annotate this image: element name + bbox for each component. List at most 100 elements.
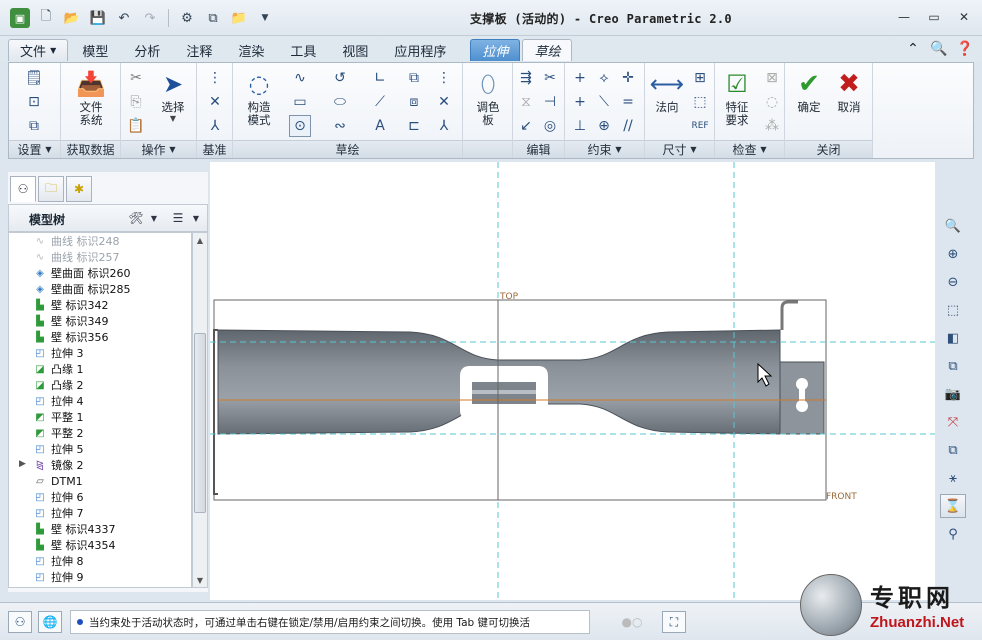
scroll-thumb[interactable]	[194, 333, 206, 513]
spin-center-icon[interactable]: ⚹	[940, 466, 966, 490]
undo-icon[interactable]: ↶	[114, 8, 134, 28]
shade-closed-loops-icon[interactable]: ⁂	[761, 115, 783, 137]
toggle-navigator-icon[interactable]: ⚇	[8, 611, 32, 633]
rectangle-icon[interactable]: ▭	[289, 91, 311, 113]
tree-item[interactable]: ◪ 凸缘 1	[9, 361, 191, 377]
reference-dimension-icon[interactable]: ⬚	[689, 91, 711, 113]
sketcher-constraints-icon[interactable]: ⚲	[940, 522, 966, 546]
group-label-operations[interactable]: 操作 ▼	[121, 140, 196, 158]
tab-view[interactable]: 视图	[330, 39, 380, 61]
tree-item[interactable]: ◩ 平整 2	[9, 425, 191, 441]
tab-annotate[interactable]: 注释	[174, 39, 224, 61]
coordinate-system-icon[interactable]: ⅄	[204, 115, 226, 137]
select-dropdown-icon[interactable]: ▼	[151, 114, 195, 123]
parallel-constraint-icon[interactable]: //	[617, 115, 639, 137]
display-style-icon[interactable]: ◧	[940, 326, 966, 350]
modify-icon[interactable]: ⇶	[515, 67, 537, 89]
group-label-constrain[interactable]: 约束 ▼	[565, 140, 644, 158]
equal-constraint-icon[interactable]: =	[617, 91, 639, 113]
save-icon[interactable]: 💾	[88, 8, 108, 28]
rotate-resize-icon[interactable]: ◎	[539, 115, 561, 137]
datum-front-label[interactable]: FRONT	[826, 492, 857, 502]
delete-segment-icon[interactable]: ✂	[539, 67, 561, 89]
palette-button[interactable]: ⬯ 调色 板	[466, 67, 510, 127]
cancel-button[interactable]: ✖ 取消	[827, 67, 871, 114]
ellipse-icon[interactable]: ⬭	[329, 91, 351, 113]
arc-icon[interactable]: ↺	[329, 67, 351, 89]
help-icon[interactable]: ❓	[956, 39, 974, 59]
paste-icon[interactable]: 📋	[125, 115, 147, 137]
tab-tools[interactable]: 工具	[278, 39, 328, 61]
tree-item[interactable]: ◰ 拉伸 8	[9, 553, 191, 569]
text-icon[interactable]: A	[369, 115, 391, 137]
symmetric-constraint-icon[interactable]: ⊕	[593, 115, 615, 137]
coincident-constraint-icon[interactable]: ⟍	[593, 91, 615, 113]
coordinate-system-small-icon[interactable]: ⅄	[433, 115, 455, 137]
show-menu-dropdown-icon[interactable]: ▼	[187, 210, 205, 226]
file-system-button[interactable]: 📥 文件 系统	[69, 67, 113, 127]
vertical-constraint-icon[interactable]: +	[569, 67, 591, 89]
normal-dimension-button[interactable]: ⟷ 法向	[645, 67, 689, 114]
group-label-inspect[interactable]: 检查 ▼	[715, 140, 784, 158]
tree-item[interactable]: ◰ 拉伸 7	[9, 505, 191, 521]
favorites-tab-icon[interactable]: ✱	[66, 176, 92, 202]
toggle-browser-icon[interactable]: 🌐	[38, 611, 62, 633]
feature-requirements-button[interactable]: ☑ 特征 要求	[715, 67, 759, 127]
line-icon[interactable]: ∿	[289, 67, 311, 89]
toggle-switch-icon[interactable]: ●○	[620, 611, 644, 633]
sketch-setup-icon[interactable]: 🗒	[23, 67, 45, 89]
tree-item[interactable]: ◰ 拉伸 4	[9, 393, 191, 409]
folder-browser-tab-icon[interactable]: 🗀	[38, 176, 64, 202]
group-label-dimension[interactable]: 尺寸 ▼	[645, 140, 714, 158]
open-file-icon[interactable]: 📂	[62, 8, 82, 28]
midpoint-constraint-icon[interactable]: ✛	[617, 67, 639, 89]
cut-icon[interactable]: ✂	[125, 67, 147, 89]
tab-applications[interactable]: 应用程序	[382, 39, 458, 61]
thicken-icon[interactable]: ⧈	[403, 91, 425, 113]
zoom-out-icon[interactable]: ⊖	[940, 270, 966, 294]
app-logo-icon[interactable]: ▣	[10, 8, 30, 28]
datum-display-icon[interactable]: ⤧	[940, 410, 966, 434]
centerline-icon[interactable]: ⋮	[204, 67, 226, 89]
horizontal-constraint-icon[interactable]: +	[569, 91, 591, 113]
offset-icon[interactable]: ⧉	[403, 67, 425, 89]
find-icon[interactable]: ⛶	[662, 611, 686, 633]
construction-mode-button[interactable]: ◌ 构造 模式	[237, 67, 281, 127]
customize-qat-icon[interactable]: ▼	[255, 8, 275, 28]
tree-settings-icon[interactable]: 🛠	[127, 210, 145, 226]
tree-item[interactable]: ▶ ⧎ 镜像 2	[9, 457, 191, 473]
collapse-ribbon-icon[interactable]: ⌃	[904, 39, 922, 59]
chamfer-icon[interactable]: ⟋	[369, 91, 391, 113]
tree-item[interactable]: ∿ 曲线 标识248	[9, 233, 191, 249]
datum-top-label[interactable]: TOP	[499, 292, 519, 302]
new-file-icon[interactable]: 🗋	[36, 8, 56, 28]
maximize-icon[interactable]: ▭	[924, 8, 944, 26]
centerline-tool-icon[interactable]: ⋮	[433, 67, 455, 89]
saved-orientations-icon[interactable]: ⧉	[940, 354, 966, 378]
tree-item[interactable]: ◈ 壁曲面 标识285	[9, 281, 191, 297]
overlap-geometry-icon[interactable]: ⊠	[761, 67, 783, 89]
sketch-canvas[interactable]: TOP FRONT	[210, 162, 935, 600]
mirror-icon[interactable]: ⧖	[515, 91, 537, 113]
tab-model[interactable]: 模型	[70, 39, 120, 61]
group-label-setup[interactable]: 设置 ▼	[9, 140, 60, 158]
view-manager-icon[interactable]: 📷	[940, 382, 966, 406]
scroll-down-icon[interactable]: ▼	[193, 573, 207, 587]
ok-button[interactable]: ✔ 确定	[787, 67, 831, 114]
refit-icon[interactable]: 🔍	[940, 214, 966, 238]
repaint-icon[interactable]: ⬚	[940, 298, 966, 322]
close-window-icon[interactable]: 📁	[229, 8, 249, 28]
tree-item[interactable]: ◩ 平整 1	[9, 409, 191, 425]
tab-analysis[interactable]: 分析	[122, 39, 172, 61]
tree-item[interactable]: ▙ 壁 标识4354	[9, 537, 191, 553]
baseline-icon[interactable]: REF	[689, 115, 711, 137]
point-icon[interactable]: ✕	[433, 91, 455, 113]
search-icon[interactable]: 🔍	[930, 39, 948, 59]
tree-item[interactable]: ▙ 壁 标识342	[9, 297, 191, 313]
scroll-up-icon[interactable]: ▲	[193, 233, 207, 247]
highlight-open-ends-icon[interactable]: ◌	[761, 91, 783, 113]
close-icon[interactable]: ✕	[954, 8, 974, 26]
perimeter-icon[interactable]: ⊞	[689, 67, 711, 89]
tab-extrude[interactable]: 拉伸	[470, 39, 521, 61]
redo-icon[interactable]: ↷	[140, 8, 160, 28]
